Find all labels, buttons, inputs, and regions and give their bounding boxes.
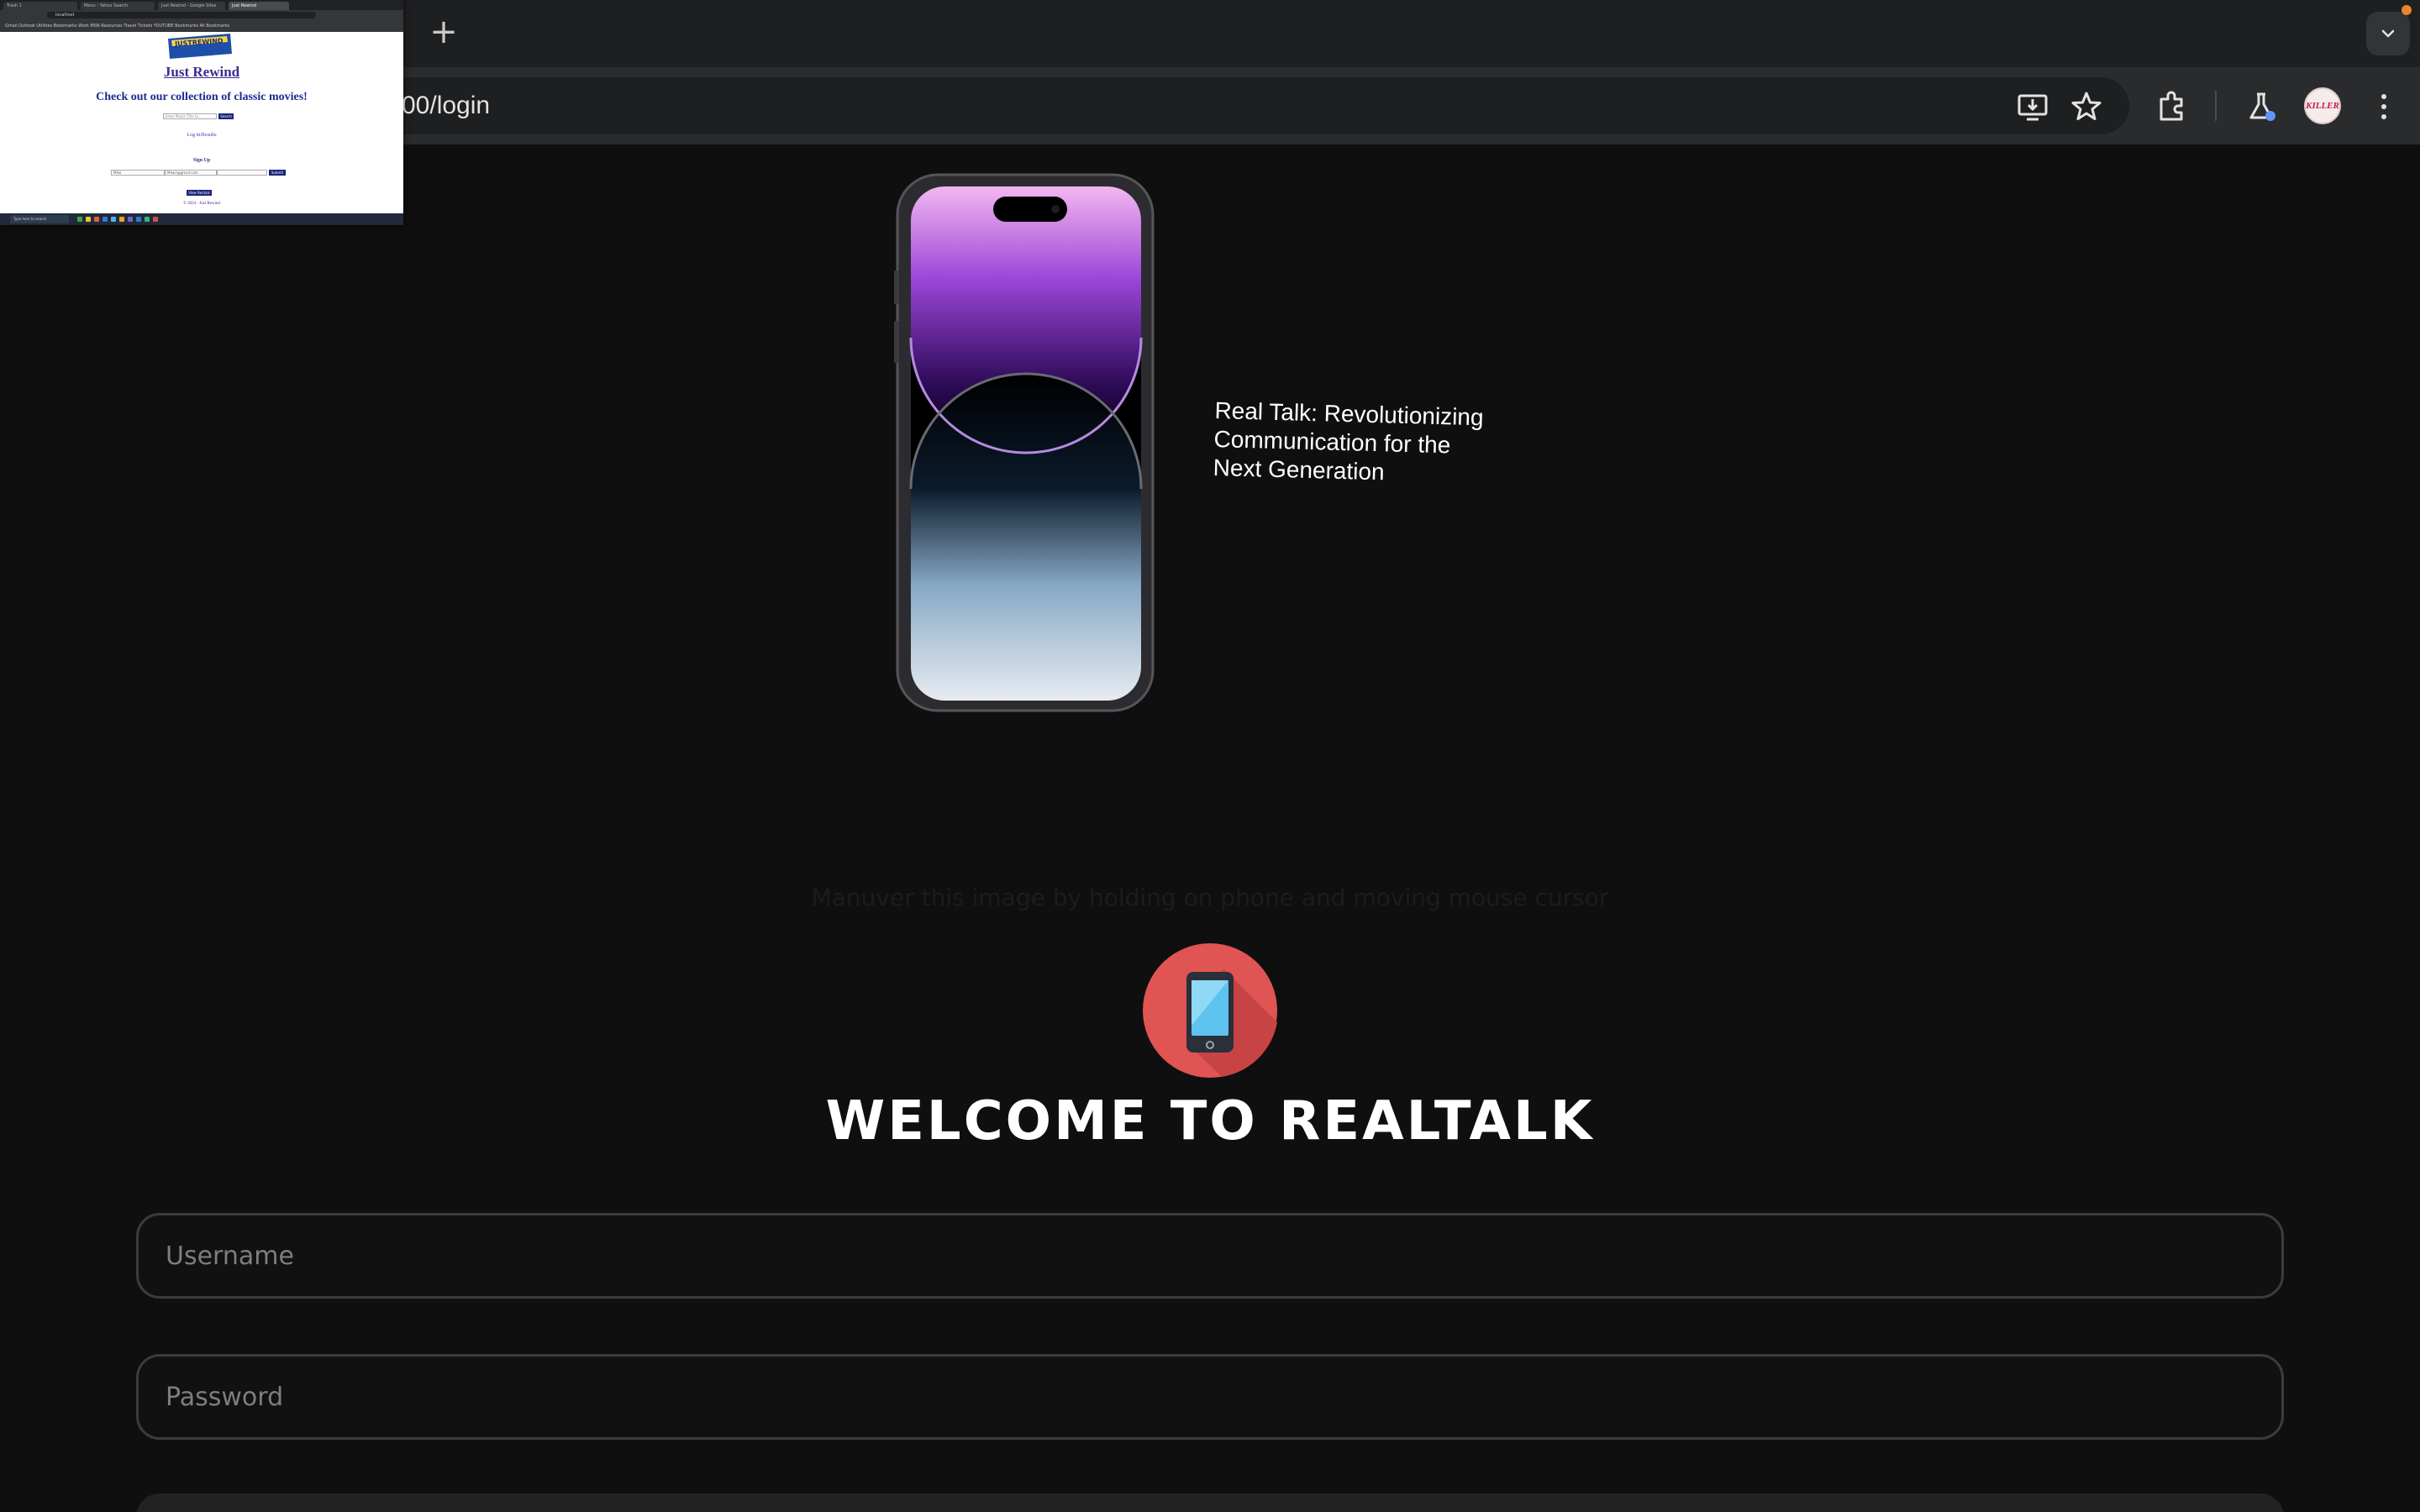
thumb-tab[interactable]: Menu - Yahoo Search — [81, 2, 155, 10]
taskbar-app-icon[interactable] — [86, 217, 91, 222]
phone-logo-icon — [1143, 943, 1277, 1078]
thumb-taskbar-search[interactable]: Type here to search — [10, 215, 69, 223]
thumb-search-input[interactable]: Enter Movie Title to... — [163, 113, 217, 119]
username-field[interactable] — [136, 1213, 2284, 1299]
url-text[interactable]: 00/login — [402, 86, 490, 126]
thumb-search-button[interactable]: Search — [218, 113, 234, 119]
toolbar-separator — [2215, 91, 2217, 121]
phone-3d-image[interactable] — [891, 170, 1160, 716]
tab-search-button[interactable] — [2366, 12, 2410, 55]
taskbar-app-icon[interactable] — [94, 217, 99, 222]
thumb-name-input[interactable]: Mike — [111, 170, 165, 176]
login-button[interactable] — [136, 1494, 2284, 1512]
thumb-tab[interactable]: Trash 1 — [3, 2, 77, 10]
thumb-tab[interactable]: Just Rewind - Google Sites — [158, 2, 225, 10]
taskbar-app-icon[interactable] — [128, 217, 133, 222]
address-bar[interactable] — [319, 77, 2129, 134]
taskbar-app-icon[interactable] — [145, 217, 150, 222]
labs-badge-dot — [2265, 111, 2275, 121]
bookmark-star-icon[interactable] — [2069, 89, 2104, 124]
thumb-password-input[interactable] — [217, 170, 267, 176]
welcome-heading: WELCOME TO REALTALK — [825, 1090, 1595, 1152]
notification-dot — [2402, 5, 2412, 15]
thumb-address-bar[interactable]: localhost — [47, 12, 316, 18]
taskbar-app-icon[interactable] — [103, 217, 108, 222]
just-rewind-logo: JUSTREWIND — [168, 34, 232, 59]
maneuver-hint-text: Manuver this image by holding on phone a… — [811, 884, 1609, 911]
profile-avatar[interactable]: KILLER — [2304, 87, 2341, 124]
taskbar-app-icon[interactable] — [136, 217, 141, 222]
avatar-text: KILLER — [2306, 101, 2339, 111]
tagline-text: Real Talk: Revolutionizing Communication… — [1213, 396, 1484, 486]
install-app-icon[interactable] — [2015, 89, 2050, 124]
taskbar-app-icon[interactable] — [153, 217, 158, 222]
thumb-submit-button[interactable]: Submit — [269, 170, 286, 176]
thumbnail-window[interactable]: Trash 1 Menu - Yahoo Search Just Rewind … — [0, 0, 403, 225]
thumb-tab-strip: Trash 1 Menu - Yahoo Search Just Rewind … — [0, 0, 403, 10]
thumb-site-title[interactable]: Just Rewind — [0, 64, 403, 81]
thumb-tab-active[interactable]: Just Rewind — [229, 2, 289, 10]
thumb-site-subtitle: Check out our collection of classic movi… — [96, 91, 308, 103]
password-input[interactable] — [166, 1357, 2249, 1437]
taskbar-app-icon[interactable] — [77, 217, 82, 222]
thumb-link[interactable]: Log in/Results — [0, 133, 403, 138]
chevron-down-icon — [2381, 29, 2395, 38]
extensions-icon[interactable] — [2154, 89, 2190, 124]
taskbar-app-icon[interactable] — [111, 217, 116, 222]
kebab-menu-icon[interactable] — [2366, 89, 2402, 124]
thumb-footer: © 2024 - Just Rewind — [183, 202, 220, 206]
new-tab-button[interactable]: + — [427, 15, 460, 49]
thumb-email-input[interactable]: Mike2@gmail.com — [165, 170, 217, 176]
thumb-taskbar: Type here to search — [0, 213, 403, 225]
username-input[interactable] — [166, 1215, 2249, 1296]
thumb-signup-heading: Sign Up — [192, 158, 211, 163]
taskbar-app-icon[interactable] — [119, 217, 124, 222]
thumb-bookmarks-bar[interactable]: Gmail Outlook Utilities Bookmarks Work M… — [0, 20, 403, 32]
thumb-rentals-button[interactable]: View Rentals — [187, 190, 212, 196]
login-page: Real Talk: Revolutionizing Communication… — [0, 144, 2420, 1512]
password-field[interactable] — [136, 1354, 2284, 1440]
